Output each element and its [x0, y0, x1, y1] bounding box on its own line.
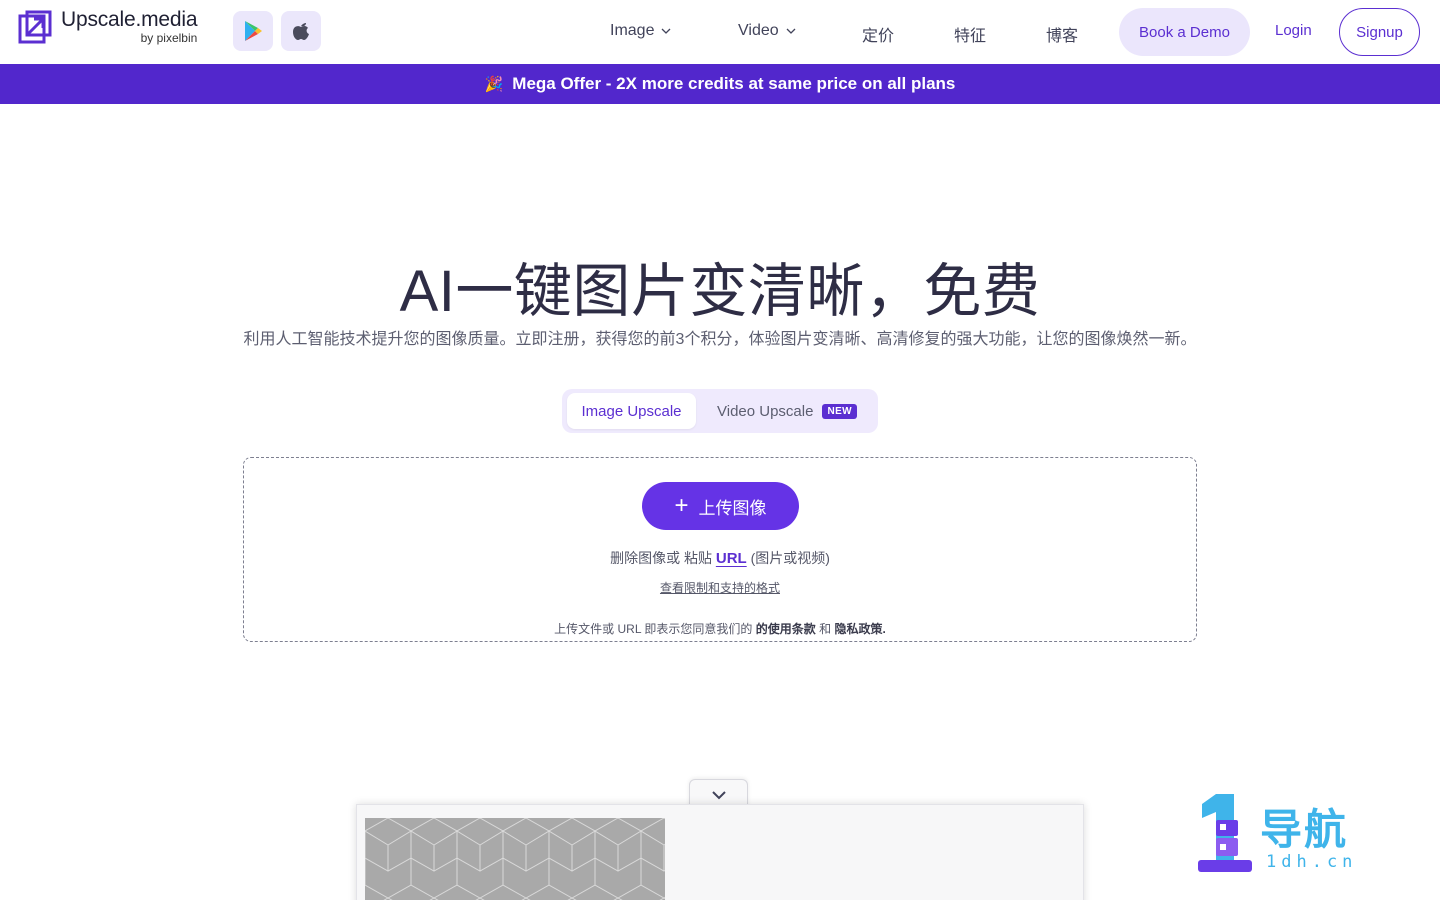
privacy-policy-link[interactable]: 隐私政策. — [834, 622, 885, 636]
upload-dropzone[interactable]: + 上传图像 删除图像或 粘贴 URL (图片或视频) 查看限制和支持的格式 上… — [243, 457, 1197, 642]
terms-and: 和 — [819, 622, 832, 636]
brand-name: Upscale.media — [61, 8, 198, 31]
sample-image-placeholder — [365, 818, 665, 900]
tab-image-upscale[interactable]: Image Upscale — [567, 393, 696, 429]
nav-video-menu[interactable]: Video — [738, 22, 796, 40]
drop-text: 删除图像或 粘贴 — [610, 550, 712, 566]
tab-video-label: Video Upscale — [717, 402, 814, 420]
nav-video-label: Video — [738, 22, 779, 39]
logo-link[interactable]: Upscale.media by pixelbin — [18, 8, 198, 45]
plus-icon: + — [674, 492, 689, 519]
offer-banner[interactable]: 🎉 Mega Offer - 2X more credits at same p… — [0, 64, 1440, 104]
signup-button[interactable]: Signup — [1339, 8, 1420, 56]
paste-url-link[interactable]: URL — [716, 550, 747, 567]
terms-notice: 上传文件或 URL 即表示您同意我们的 的使用条款 和 隐私政策. — [244, 620, 1196, 637]
nav-pricing-link[interactable]: 定价 — [862, 22, 894, 46]
upload-button-label: 上传图像 — [698, 498, 767, 518]
google-play-icon — [245, 21, 262, 41]
watermark-en: 1dh.cn — [1266, 852, 1358, 872]
watermark-cn: 导航 — [1260, 806, 1349, 853]
offer-text: Mega Offer - 2X more credits at same pri… — [512, 74, 956, 93]
app-store-button[interactable] — [281, 11, 321, 51]
limits-formats-link[interactable]: 查看限制和支持的格式 — [660, 581, 780, 595]
chevron-down-icon — [662, 28, 671, 34]
nav-blog-link[interactable]: 博客 — [1046, 22, 1078, 46]
page-subtitle: 利用人工智能技术提升您的图像质量。立即注册，获得您的前3个积分，体验图片变清晰、… — [243, 331, 1197, 348]
terms-of-use-link[interactable]: 的使用条款 — [756, 622, 816, 636]
chevron-down-icon — [786, 28, 796, 34]
apple-icon — [293, 23, 309, 40]
limits-formats: 查看限制和支持的格式 — [244, 579, 1196, 596]
upscale-logo-icon — [18, 10, 52, 43]
nav-features-link[interactable]: 特征 — [954, 22, 986, 46]
new-badge: NEW — [822, 403, 857, 419]
google-play-button[interactable] — [233, 11, 273, 51]
upscale-type-tabs: Image Upscale Video Upscale NEW — [562, 389, 878, 433]
url-suffix: (图片或视频) — [750, 550, 830, 566]
nav-image-menu[interactable]: Image — [610, 22, 671, 40]
party-popper-icon: 🎉 — [484, 76, 504, 93]
brand-by: by pixelbin — [140, 31, 198, 45]
site-watermark: 导航 1dh.cn — [1196, 790, 1376, 876]
upload-image-button[interactable]: + 上传图像 — [642, 482, 799, 530]
tab-video-upscale[interactable]: Video Upscale NEW — [702, 393, 872, 429]
cube-pattern — [365, 818, 665, 900]
nav-image-label: Image — [610, 22, 655, 39]
terms-prefix: 上传文件或 URL 即表示您同意我们的 — [554, 622, 753, 636]
sample-preview-panel — [356, 804, 1084, 900]
page-title: AI一键图片变清晰，免费 — [399, 259, 1041, 324]
login-link[interactable]: Login — [1275, 22, 1312, 39]
site-header: Upscale.media by pixelbin Image Video 定价… — [0, 0, 1440, 64]
book-demo-button[interactable]: Book a Demo — [1119, 8, 1250, 56]
watermark-logo-icon — [1198, 794, 1252, 872]
drop-instructions: 删除图像或 粘贴 URL (图片或视频) — [244, 548, 1196, 568]
chevron-down-icon — [711, 790, 726, 799]
